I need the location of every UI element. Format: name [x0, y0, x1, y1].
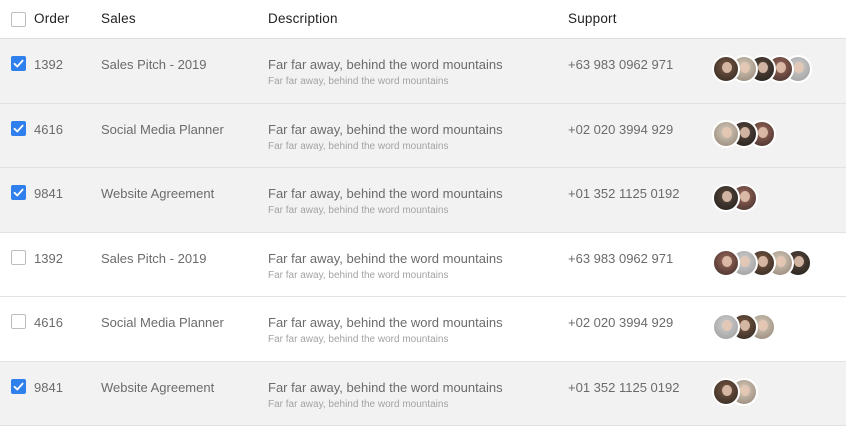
order-cell: 9841: [34, 186, 63, 201]
description-subtitle: Far far away, behind the word mountains: [268, 334, 448, 345]
row-checkbox[interactable]: [11, 121, 26, 136]
support-phone: +63 983 0962 971: [568, 57, 673, 72]
avatar-group[interactable]: [712, 313, 766, 341]
description-subtitle: Far far away, behind the word mountains: [268, 270, 448, 281]
table-row[interactable]: 1392 Sales Pitch - 2019 Far far away, behi…: [0, 233, 846, 298]
avatar-group[interactable]: [712, 120, 766, 148]
description-subtitle: Far far away, behind the word mountains: [268, 399, 448, 410]
description-title: Far far away, behind the word mountains: [268, 251, 503, 266]
avatar-group[interactable]: [712, 55, 802, 83]
header-sales[interactable]: Sales: [101, 11, 136, 26]
description-subtitle: Far far away, behind the word mountains: [268, 141, 448, 152]
orders-table: Order Sales Description Support 1392 Sale…: [0, 0, 846, 426]
table-row[interactable]: 9841 Website Agreement Far far away, behin…: [0, 362, 846, 426]
header-support[interactable]: Support: [568, 11, 617, 26]
sales-cell: Sales Pitch - 2019: [101, 57, 207, 72]
avatar-group[interactable]: [712, 378, 748, 406]
description-subtitle: Far far away, behind the word mountains: [268, 205, 448, 216]
avatar-group[interactable]: [712, 249, 802, 277]
description-title: Far far away, behind the word mountains: [268, 315, 503, 330]
row-checkbox[interactable]: [11, 379, 26, 394]
description-title: Far far away, behind the word mountains: [268, 57, 503, 72]
avatar[interactable]: [712, 249, 740, 277]
sales-cell: Sales Pitch - 2019: [101, 251, 207, 266]
sales-cell: Social Media Planner: [101, 122, 224, 137]
sales-cell: Website Agreement: [101, 186, 214, 201]
table-row[interactable]: 4616 Social Media Planner Far far away, be…: [0, 104, 846, 169]
table-row[interactable]: 1392 Sales Pitch - 2019 Far far away, behi…: [0, 39, 846, 104]
check-icon: [11, 379, 26, 394]
check-icon: [11, 185, 26, 200]
sales-cell: Social Media Planner: [101, 315, 224, 330]
table-row[interactable]: 4616 Social Media Planner Far far away, be…: [0, 297, 846, 362]
table-row[interactable]: 9841 Website Agreement Far far away, behin…: [0, 168, 846, 233]
support-phone: +02 020 3994 929: [568, 122, 673, 137]
sales-cell: Website Agreement: [101, 380, 214, 395]
avatar[interactable]: [712, 313, 740, 341]
description-title: Far far away, behind the word mountains: [268, 186, 503, 201]
support-phone: +01 352 1125 0192: [568, 186, 679, 201]
row-checkbox[interactable]: [11, 314, 26, 329]
check-icon: [11, 121, 26, 136]
avatar[interactable]: [712, 184, 740, 212]
support-phone: +63 983 0962 971: [568, 251, 673, 266]
header-description[interactable]: Description: [268, 11, 338, 26]
description-title: Far far away, behind the word mountains: [268, 380, 503, 395]
row-checkbox[interactable]: [11, 185, 26, 200]
row-checkbox[interactable]: [11, 250, 26, 265]
description-title: Far far away, behind the word mountains: [268, 122, 503, 137]
order-cell: 4616: [34, 315, 63, 330]
order-cell: 4616: [34, 122, 63, 137]
order-cell: 1392: [34, 57, 63, 72]
avatar-group[interactable]: [712, 184, 748, 212]
row-checkbox[interactable]: [11, 56, 26, 71]
check-icon: [11, 56, 26, 71]
order-cell: 9841: [34, 380, 63, 395]
header-order[interactable]: Order: [34, 11, 70, 26]
avatar[interactable]: [712, 378, 740, 406]
support-phone: +01 352 1125 0192: [568, 380, 679, 395]
support-phone: +02 020 3994 929: [568, 315, 673, 330]
description-subtitle: Far far away, behind the word mountains: [268, 76, 448, 87]
table-header: Order Sales Description Support: [0, 0, 846, 39]
avatar[interactable]: [712, 120, 740, 148]
avatar[interactable]: [712, 55, 740, 83]
order-cell: 1392: [34, 251, 63, 266]
select-all-checkbox[interactable]: [11, 12, 26, 27]
